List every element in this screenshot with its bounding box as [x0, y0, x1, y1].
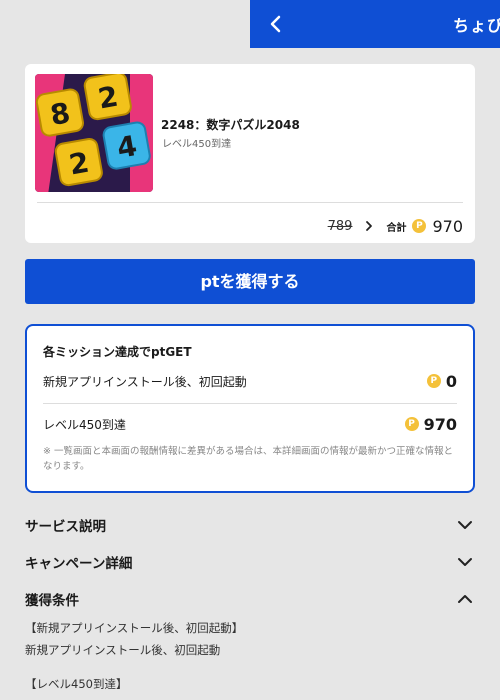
app-subtitle: レベル450到達: [162, 139, 232, 150]
get-points-button[interactable]: ptを獲得する: [25, 259, 475, 304]
chevron-up-icon: [458, 595, 472, 603]
total-points: 970: [432, 216, 463, 236]
coin-icon: P: [426, 374, 441, 388]
mission-points-value: 970: [423, 414, 457, 434]
top-bar: ちょび: [250, 0, 500, 48]
old-points: 789: [327, 218, 353, 234]
condition-text: 新規アプリインストール後、初回起動: [25, 643, 221, 657]
disclaimer-note: ※ 一覧画面と本画面の報酬情報に差異がある場合は、本詳細画面の情報が最新かつ正確…: [43, 446, 453, 472]
mission-label: レベル450到達: [43, 417, 126, 432]
app-icon[interactable]: 8 2 2 4: [35, 74, 153, 192]
mission-title: 各ミッション達成でptGET: [43, 345, 192, 359]
chevron-down-icon: [458, 558, 472, 566]
back-arrow-icon[interactable]: [264, 12, 286, 36]
coin-icon: P: [412, 219, 427, 233]
mission-row-level-450: レベル450到達 P 970: [43, 412, 457, 436]
divider: [37, 202, 463, 203]
chevron-right-icon: [366, 221, 373, 231]
chevron-down-icon: [458, 521, 472, 529]
app-card: 8 2 2 4 2248：数字パズル2048 レベル450到達 789 合計 P…: [25, 64, 475, 243]
mission-points: P 970: [404, 414, 457, 434]
mission-points: P 0: [426, 371, 457, 391]
section-title: キャンペーン詳細: [25, 556, 133, 572]
mission-row-first-launch: 新規アプリインストール後、初回起動 P 0: [43, 369, 457, 393]
mission-label: 新規アプリインストール後、初回起動: [43, 374, 247, 389]
coin-icon: P: [404, 417, 419, 431]
app-name: 2248：数字パズル2048: [161, 118, 300, 132]
total-label: 合計: [386, 222, 407, 234]
header-title: ちょび: [453, 16, 500, 35]
section-campaign-details[interactable]: キャンペーン詳細: [25, 550, 475, 574]
mission-points-value: 0: [445, 371, 457, 391]
condition-heading: 【新規アプリインストール後、初回起動】: [25, 621, 244, 635]
section-earning-conditions[interactable]: 獲得条件: [25, 587, 475, 611]
section-title: 獲得条件: [25, 593, 79, 609]
points-summary: 789 合計 P 970: [328, 214, 463, 238]
section-service-description[interactable]: サービス説明: [25, 513, 475, 537]
divider: [43, 403, 457, 404]
condition-heading: 【レベル450到達】: [25, 677, 128, 691]
mission-box: 各ミッション達成でptGET 新規アプリインストール後、初回起動 P 0 レベル…: [25, 324, 475, 493]
section-title: サービス説明: [25, 519, 106, 535]
